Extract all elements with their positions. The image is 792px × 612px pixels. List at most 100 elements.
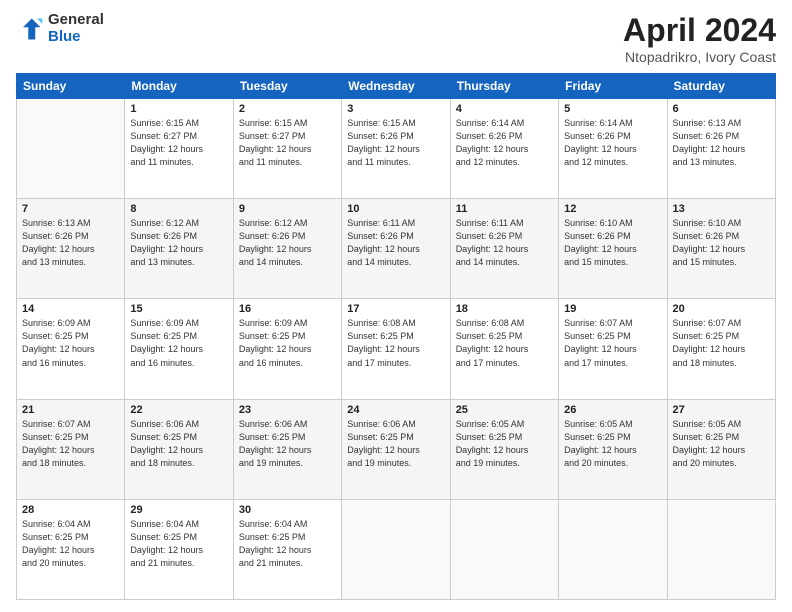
- calendar-day-cell: 6 Sunrise: 6:13 AM Sunset: 6:26 PM Daylig…: [667, 99, 775, 199]
- day-number: 30: [239, 504, 336, 516]
- day-number: 22: [130, 404, 227, 416]
- day-info: Sunrise: 6:06 AM Sunset: 6:25 PM Dayligh…: [347, 418, 444, 470]
- calendar-day-cell: [667, 499, 775, 599]
- calendar-day-cell: 3Sunrise: 6:15 AM Sunset: 6:26 PM Daylig…: [342, 99, 450, 199]
- calendar-day-cell: 22 Sunrise: 6:06 AM Sunset: 6:25 PM Dayli…: [125, 399, 233, 499]
- day-info: Sunrise: 6:05 AM Sunset: 6:25 PM Dayligh…: [456, 418, 553, 470]
- day-number: 23: [239, 404, 336, 416]
- logo: General Blue: [16, 12, 104, 45]
- title-block: April 2024 Ntopadrikro, Ivory Coast: [623, 12, 776, 65]
- day-info: Sunrise: 6:15 AM Sunset: 6:26 PM Dayligh…: [347, 117, 444, 169]
- day-number: 15: [130, 303, 227, 315]
- calendar-day-cell: 18 Sunrise: 6:08 AM Sunset: 6:25 PM Dayli…: [450, 299, 558, 399]
- calendar-day-cell: 5Sunrise: 6:14 AM Sunset: 6:26 PM Daylig…: [559, 99, 667, 199]
- calendar-day-cell: 15 Sunrise: 6:09 AM Sunset: 6:25 PM Dayli…: [125, 299, 233, 399]
- day-number: 20: [673, 303, 770, 315]
- calendar-week-row: 28 Sunrise: 6:04 AM Sunset: 6:25 PM Dayli…: [17, 499, 776, 599]
- page: General Blue April 2024 Ntopadrikro, Ivo…: [0, 0, 792, 612]
- header: General Blue April 2024 Ntopadrikro, Ivo…: [16, 12, 776, 65]
- day-number: 7: [22, 203, 119, 215]
- calendar-day-cell: 16Sunrise: 6:09 AM Sunset: 6:25 PM Dayli…: [233, 299, 341, 399]
- calendar-day-cell: 19 Sunrise: 6:07 AM Sunset: 6:25 PM Dayli…: [559, 299, 667, 399]
- day-number: 25: [456, 404, 553, 416]
- day-info: Sunrise: 6:08 AM Sunset: 6:25 PM Dayligh…: [456, 317, 553, 369]
- day-number: 9: [239, 203, 336, 215]
- weekday-header-tuesday: Tuesday: [233, 74, 341, 99]
- day-info: Sunrise: 6:13 AM Sunset: 6:26 PM Dayligh…: [22, 217, 119, 269]
- calendar-week-row: 21 Sunrise: 6:07 AM Sunset: 6:25 PM Dayli…: [17, 399, 776, 499]
- day-number: 28: [22, 504, 119, 516]
- day-info: Sunrise: 6:09 AM Sunset: 6:25 PM Dayligh…: [130, 317, 227, 369]
- weekday-header-friday: Friday: [559, 74, 667, 99]
- day-info: Sunrise: 6:09 AM Sunset: 6:25 PM Dayligh…: [22, 317, 119, 369]
- day-info: Sunrise: 6:15 AM Sunset: 6:27 PM Dayligh…: [130, 117, 227, 169]
- calendar-day-cell: 21 Sunrise: 6:07 AM Sunset: 6:25 PM Dayli…: [17, 399, 125, 499]
- day-number: 10: [347, 203, 444, 215]
- day-info: Sunrise: 6:09 AM Sunset: 6:25 PM Dayligh…: [239, 317, 336, 369]
- day-number: 29: [130, 504, 227, 516]
- day-info: Sunrise: 6:15 AM Sunset: 6:27 PM Dayligh…: [239, 117, 336, 169]
- day-number: 19: [564, 303, 661, 315]
- day-number: 1: [130, 103, 227, 115]
- day-number: 21: [22, 404, 119, 416]
- calendar-day-cell: 29Sunrise: 6:04 AM Sunset: 6:25 PM Dayli…: [125, 499, 233, 599]
- day-info: Sunrise: 6:10 AM Sunset: 6:26 PM Dayligh…: [564, 217, 661, 269]
- calendar-day-cell: [559, 499, 667, 599]
- calendar-day-cell: 30 Sunrise: 6:04 AM Sunset: 6:25 PM Dayli…: [233, 499, 341, 599]
- calendar-week-row: 1 Sunrise: 6:15 AM Sunset: 6:27 PM Daylig…: [17, 99, 776, 199]
- day-number: 26: [564, 404, 661, 416]
- day-info: Sunrise: 6:07 AM Sunset: 6:25 PM Dayligh…: [673, 317, 770, 369]
- general-blue-icon: [16, 15, 44, 43]
- day-number: 27: [673, 404, 770, 416]
- weekday-header-saturday: Saturday: [667, 74, 775, 99]
- day-info: Sunrise: 6:06 AM Sunset: 6:25 PM Dayligh…: [130, 418, 227, 470]
- day-info: Sunrise: 6:04 AM Sunset: 6:25 PM Dayligh…: [239, 518, 336, 570]
- day-info: Sunrise: 6:05 AM Sunset: 6:25 PM Dayligh…: [564, 418, 661, 470]
- calendar-day-cell: 12 Sunrise: 6:10 AM Sunset: 6:26 PM Dayli…: [559, 199, 667, 299]
- calendar-day-cell: 14Sunrise: 6:09 AM Sunset: 6:25 PM Dayli…: [17, 299, 125, 399]
- calendar-day-cell: 9 Sunrise: 6:12 AM Sunset: 6:26 PM Daylig…: [233, 199, 341, 299]
- weekday-header-thursday: Thursday: [450, 74, 558, 99]
- day-info: Sunrise: 6:07 AM Sunset: 6:25 PM Dayligh…: [22, 418, 119, 470]
- calendar-day-cell: 23 Sunrise: 6:06 AM Sunset: 6:25 PM Dayli…: [233, 399, 341, 499]
- day-number: 6: [673, 103, 770, 115]
- day-info: Sunrise: 6:14 AM Sunset: 6:26 PM Dayligh…: [456, 117, 553, 169]
- day-info: Sunrise: 6:07 AM Sunset: 6:25 PM Dayligh…: [564, 317, 661, 369]
- calendar-day-cell: 7 Sunrise: 6:13 AM Sunset: 6:26 PM Daylig…: [17, 199, 125, 299]
- day-info: Sunrise: 6:12 AM Sunset: 6:26 PM Dayligh…: [130, 217, 227, 269]
- day-info: Sunrise: 6:13 AM Sunset: 6:26 PM Dayligh…: [673, 117, 770, 169]
- calendar-day-cell: 11Sunrise: 6:11 AM Sunset: 6:26 PM Dayli…: [450, 199, 558, 299]
- calendar-week-row: 7 Sunrise: 6:13 AM Sunset: 6:26 PM Daylig…: [17, 199, 776, 299]
- logo-general: General: [48, 12, 104, 29]
- calendar-day-cell: 26 Sunrise: 6:05 AM Sunset: 6:25 PM Dayli…: [559, 399, 667, 499]
- day-number: 4: [456, 103, 553, 115]
- calendar-day-cell: 10Sunrise: 6:11 AM Sunset: 6:26 PM Dayli…: [342, 199, 450, 299]
- day-info: Sunrise: 6:04 AM Sunset: 6:25 PM Dayligh…: [22, 518, 119, 570]
- day-number: 17: [347, 303, 444, 315]
- calendar-day-cell: [450, 499, 558, 599]
- logo-text: General Blue: [48, 12, 104, 45]
- title-month: April 2024: [623, 12, 776, 49]
- calendar-day-cell: [17, 99, 125, 199]
- calendar-day-cell: 2 Sunrise: 6:15 AM Sunset: 6:27 PM Daylig…: [233, 99, 341, 199]
- calendar-day-cell: 28 Sunrise: 6:04 AM Sunset: 6:25 PM Dayli…: [17, 499, 125, 599]
- calendar-day-cell: 1 Sunrise: 6:15 AM Sunset: 6:27 PM Daylig…: [125, 99, 233, 199]
- calendar-day-cell: [342, 499, 450, 599]
- logo-blue: Blue: [48, 29, 104, 46]
- day-info: Sunrise: 6:14 AM Sunset: 6:26 PM Dayligh…: [564, 117, 661, 169]
- day-info: Sunrise: 6:12 AM Sunset: 6:26 PM Dayligh…: [239, 217, 336, 269]
- calendar-day-cell: 20 Sunrise: 6:07 AM Sunset: 6:25 PM Dayli…: [667, 299, 775, 399]
- calendar: SundayMondayTuesdayWednesdayThursdayFrid…: [16, 73, 776, 600]
- day-info: Sunrise: 6:11 AM Sunset: 6:26 PM Dayligh…: [456, 217, 553, 269]
- weekday-header-monday: Monday: [125, 74, 233, 99]
- calendar-day-cell: 13Sunrise: 6:10 AM Sunset: 6:26 PM Dayli…: [667, 199, 775, 299]
- day-number: 2: [239, 103, 336, 115]
- calendar-week-row: 14Sunrise: 6:09 AM Sunset: 6:25 PM Dayli…: [17, 299, 776, 399]
- day-number: 8: [130, 203, 227, 215]
- weekday-header-row: SundayMondayTuesdayWednesdayThursdayFrid…: [17, 74, 776, 99]
- calendar-day-cell: 27Sunrise: 6:05 AM Sunset: 6:25 PM Dayli…: [667, 399, 775, 499]
- day-number: 18: [456, 303, 553, 315]
- title-location: Ntopadrikro, Ivory Coast: [623, 49, 776, 65]
- day-number: 12: [564, 203, 661, 215]
- day-info: Sunrise: 6:06 AM Sunset: 6:25 PM Dayligh…: [239, 418, 336, 470]
